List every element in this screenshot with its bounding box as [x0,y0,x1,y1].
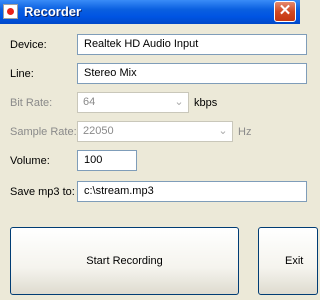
line-label: Line: [10,68,34,80]
close-button[interactable]: ✕ [274,1,296,22]
volume-label: Volume: [10,155,50,167]
save-path-label: Save mp3 to: [10,186,75,198]
samplerate-label: Sample Rate: [10,126,77,138]
device-field[interactable]: Realtek HD Audio Input [77,34,307,55]
chevron-down-icon[interactable]: ⌄ [215,123,231,140]
start-recording-button[interactable]: Start Recording [10,227,239,295]
bitrate-label: Bit Rate: [10,97,53,109]
device-label: Device: [10,39,47,51]
chevron-down-icon[interactable]: ⌄ [171,94,187,111]
line-field[interactable]: Stereo Mix [77,63,307,84]
bitrate-value: 64 [83,96,96,108]
exit-button[interactable]: Exit [258,227,318,295]
title-bar[interactable]: Recorder ✕ [0,0,300,24]
window-title: Recorder [24,4,82,19]
record-dot-icon [3,4,18,19]
bitrate-select[interactable]: 64 ⌄ [77,92,189,113]
samplerate-value: 22050 [83,125,114,137]
samplerate-select[interactable]: 22050 ⌄ [77,121,233,142]
bitrate-unit: kbps [194,97,218,109]
volume-field[interactable]: 100 [77,150,137,171]
samplerate-unit: Hz [238,126,252,138]
save-path-field[interactable]: c:\stream.mp3 [77,181,307,202]
